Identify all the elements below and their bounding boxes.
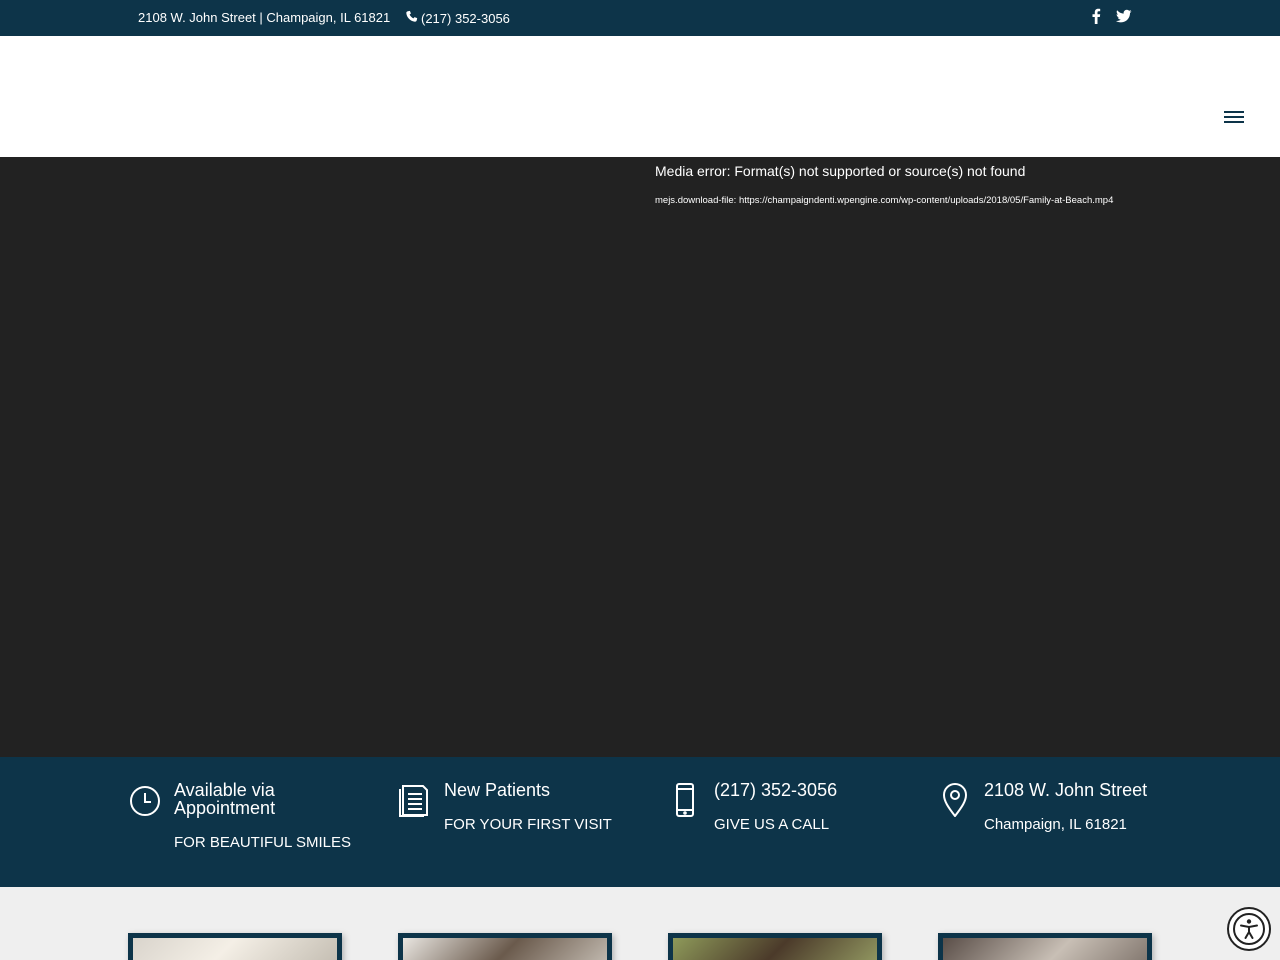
info-subtitle: FOR BEAUTIFUL SMILES bbox=[174, 834, 351, 851]
social-links bbox=[1088, 8, 1132, 26]
info-title: 2108 W. John Street bbox=[984, 780, 1148, 800]
mobile-phone-icon bbox=[669, 783, 701, 817]
phone-icon bbox=[405, 10, 418, 26]
team-card[interactable] bbox=[668, 933, 882, 960]
team-photo bbox=[943, 938, 1147, 960]
team-photo bbox=[133, 938, 337, 960]
info-subtitle: GIVE US A CALL bbox=[714, 816, 830, 833]
hero-video[interactable]: Media error: Format(s) not supported or … bbox=[0, 157, 1280, 757]
info-title: Available via Appointment bbox=[174, 780, 276, 818]
team-card[interactable] bbox=[398, 933, 612, 960]
info-title: New Patients bbox=[444, 780, 551, 800]
team-card[interactable] bbox=[938, 933, 1152, 960]
info-band: Available via Appointment FOR BEAUTIFUL … bbox=[0, 757, 1280, 887]
team-cards-section bbox=[0, 887, 1280, 960]
info-title: (217) 352-3056 bbox=[714, 780, 838, 800]
twitter-icon[interactable] bbox=[1116, 8, 1132, 26]
team-photo bbox=[403, 938, 607, 960]
info-subtitle: Champaign, IL 61821 bbox=[984, 816, 1127, 833]
info-subtitle: FOR YOUR FIRST VISIT bbox=[444, 816, 612, 833]
top-bar: 2108 W. John Street | Champaign, IL 6182… bbox=[0, 0, 1280, 36]
document-icon bbox=[399, 783, 431, 817]
media-error-message: Media error: Format(s) not supported or … bbox=[655, 163, 1026, 179]
topbar-phone-link[interactable]: (217) 352-3056 bbox=[405, 10, 510, 26]
topbar-address: 2108 W. John Street | Champaign, IL 6182… bbox=[138, 10, 391, 25]
team-card[interactable] bbox=[128, 933, 342, 960]
hamburger-menu-icon[interactable] bbox=[1222, 108, 1246, 126]
accessibility-icon[interactable] bbox=[1227, 907, 1271, 951]
site-header bbox=[0, 36, 1280, 157]
map-pin-icon bbox=[939, 783, 971, 818]
media-download-link[interactable]: mejs.download-file: https://champaignden… bbox=[655, 187, 1125, 214]
topbar-phone-number: (217) 352-3056 bbox=[421, 10, 510, 26]
facebook-icon[interactable] bbox=[1088, 8, 1104, 26]
team-photo bbox=[673, 938, 877, 960]
clock-icon bbox=[129, 783, 161, 817]
